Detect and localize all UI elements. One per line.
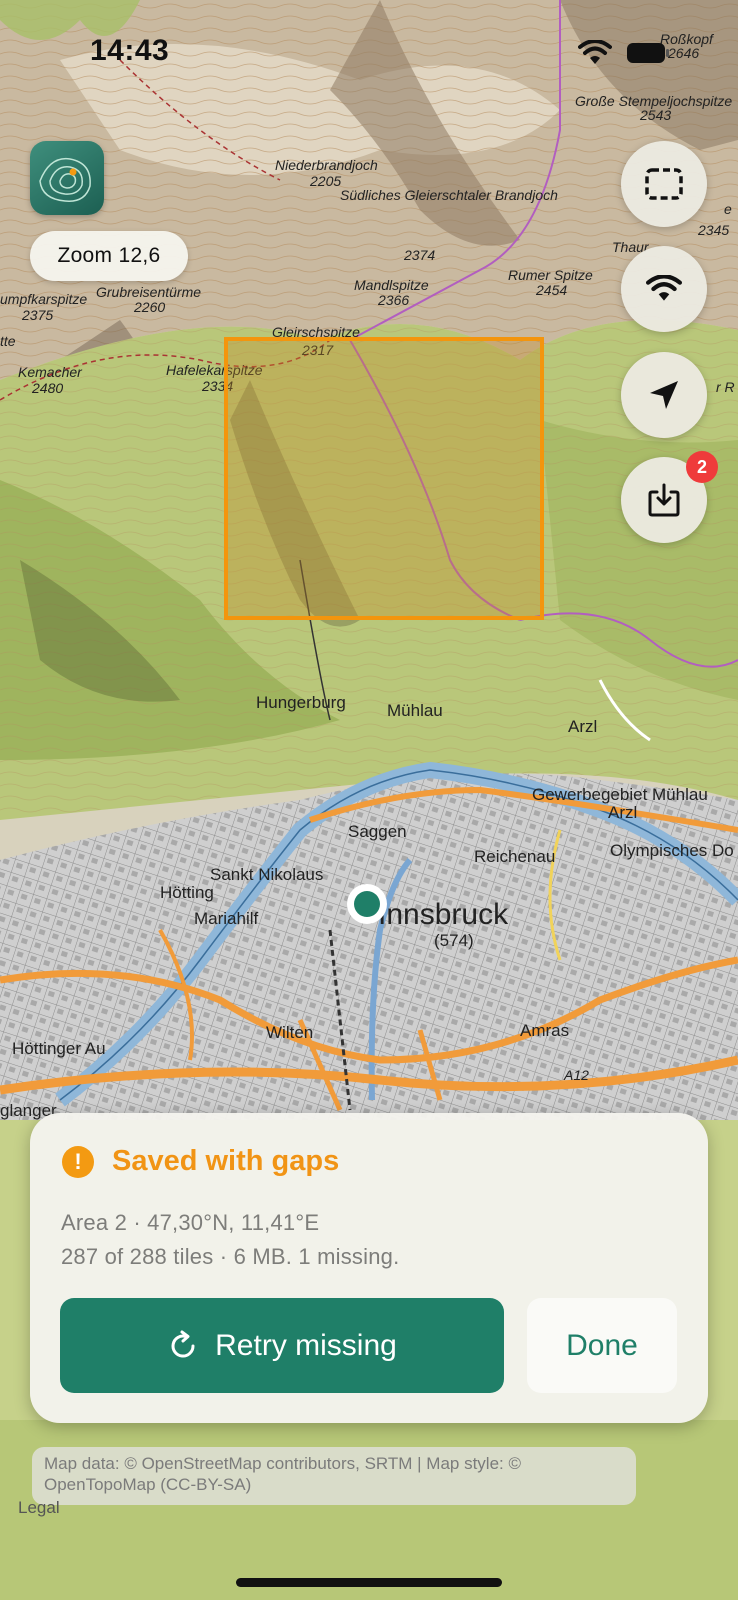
place-label-sankt-nikolaus: Sankt Nikolaus: [210, 865, 323, 884]
done-button[interactable]: Done: [527, 1298, 677, 1393]
zoom-level-indicator: Zoom 12,6: [30, 231, 188, 281]
place-label-reichenau: Reichenau: [474, 847, 555, 866]
select-area-button[interactable]: [621, 141, 707, 227]
peak-label-grubreisentuerme: Grubreisentürme: [96, 284, 201, 300]
peak-label-gleierschtaler-brandjoch: Südliches Gleierschtaler Brandjoch: [340, 187, 558, 203]
place-label-mariahilf: Mariahilf: [194, 909, 259, 928]
peak-elev-niederbrandjoch: 2205: [309, 173, 341, 189]
peak-elev-thaur: 2345: [697, 222, 729, 238]
sheet-title: Saved with gaps: [112, 1145, 340, 1177]
peak-elev-stempeljochspitze: 2543: [639, 107, 671, 123]
peak-elev-umpfkarspitze: 2375: [21, 307, 53, 323]
place-label-arzl-small: Arzl: [608, 803, 637, 822]
place-label-amras: Amras: [520, 1021, 569, 1040]
peak-label-mandlspitze: Mandlspitze: [354, 277, 429, 293]
location-arrow-icon: [650, 381, 678, 409]
label-r-right: r R: [716, 379, 735, 395]
label-tte: tte: [0, 333, 16, 349]
place-label-saggen: Saggen: [348, 822, 407, 841]
status-time: 14:43: [90, 34, 170, 67]
peak-label-rumer-spitze: Rumer Spitze: [508, 267, 593, 283]
download-tray-icon: [648, 483, 680, 517]
topo-contour-icon: [39, 157, 91, 202]
label-e-right: e: [724, 201, 732, 217]
home-indicator[interactable]: [236, 1578, 502, 1587]
download-area-selection[interactable]: [224, 337, 544, 620]
done-label: Done: [566, 1328, 638, 1362]
place-label-hoettinger-au: Höttinger Au: [12, 1039, 106, 1058]
wifi-icon: [646, 275, 682, 301]
road-label-a12: A12: [563, 1067, 589, 1083]
peak-elev-kemacher: 2480: [31, 380, 63, 396]
retry-missing-button[interactable]: Retry missing: [60, 1298, 504, 1393]
offline-mode-button[interactable]: [621, 246, 707, 332]
peak-label-kemacher: Kemacher: [18, 364, 83, 380]
refresh-icon: [171, 1330, 195, 1358]
place-label-arzl: Arzl: [568, 717, 597, 736]
peak-elev-grubreisentuerme: 2260: [133, 299, 165, 315]
map-attribution[interactable]: Map data: © OpenStreetMap contributors, …: [32, 1447, 636, 1505]
place-label-wilten: Wilten: [266, 1023, 313, 1042]
legal-link[interactable]: Legal: [18, 1498, 60, 1518]
place-label-muehlau: Mühlau: [387, 701, 443, 720]
retry-missing-label: Retry missing: [215, 1328, 397, 1362]
area-coordinates-text: Area 2 · 47,30°N, 11,41°E: [61, 1210, 320, 1235]
place-label-olympisches-dorf: Olympisches Do: [610, 841, 734, 860]
current-location-marker: [347, 884, 387, 924]
place-label-gewerbegebiet: Gewerbegebiet Mühlau: [532, 785, 708, 804]
sheet-header: ! Saved with gaps: [62, 1145, 339, 1178]
peak-elev-mandlspitze: 2366: [377, 292, 409, 308]
peak-label-niederbrandjoch: Niederbrandjoch: [275, 157, 378, 173]
wifi-icon: [578, 40, 612, 64]
peak-elev-rosskopf: 2646: [667, 45, 699, 61]
place-label-innsbruck: Innsbruck: [378, 898, 509, 931]
dashed-selection-icon: [645, 168, 683, 200]
place-label-hoetting: Hötting: [160, 883, 214, 902]
app-logo-icon[interactable]: [30, 141, 104, 215]
warning-icon: !: [62, 1145, 94, 1178]
peak-elev-rumer-spitze: 2454: [535, 282, 567, 298]
download-result-sheet: ! Saved with gaps Area 2 · 47,30°N, 11,4…: [30, 1113, 708, 1423]
peak-elev-gleierschtaler-brandjoch: 2374: [403, 247, 435, 263]
place-label-hungerburg: Hungerburg: [256, 693, 346, 712]
peak-label-umpfkarspitze: umpfkarspitze: [0, 291, 87, 307]
locate-me-button[interactable]: [621, 352, 707, 438]
battery-icon: [627, 43, 669, 63]
place-label-innsbruck-elevation: (574): [434, 931, 474, 950]
downloads-count-badge: 2: [686, 451, 718, 483]
tiles-summary-text: 287 of 288 tiles · 6 MB. 1 missing.: [61, 1244, 400, 1269]
